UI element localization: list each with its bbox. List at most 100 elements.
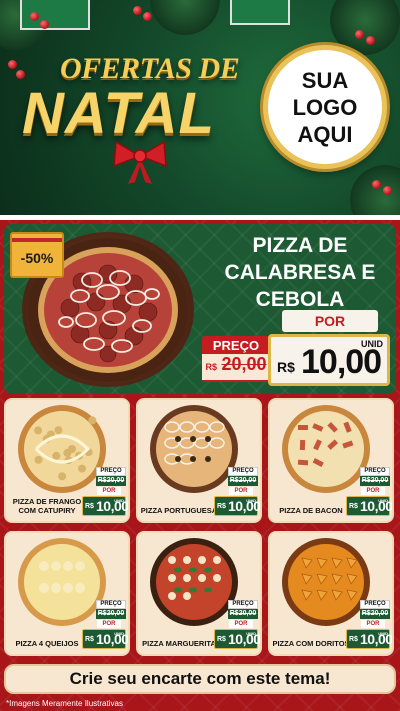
- berry-decoration: [133, 6, 142, 15]
- por-label: POR: [361, 620, 385, 628]
- por-label: POR: [97, 487, 121, 495]
- logo-line-3: AQUI: [297, 121, 353, 147]
- discount-tag: -50%: [10, 232, 64, 278]
- product-name: PIZZA DE FRANGO COM CATUPIRY: [12, 497, 82, 515]
- pine-branch-decoration: [350, 165, 400, 215]
- new-price: UNID R$ 10,00: [268, 334, 390, 386]
- berry-decoration: [372, 180, 381, 189]
- new-price: R$ 10,00 UNID: [82, 496, 128, 516]
- new-currency: R$: [277, 359, 295, 375]
- berry-decoration: [143, 12, 152, 21]
- preco-label: PREÇO: [360, 600, 390, 609]
- old-price-value: 20,00: [221, 354, 267, 374]
- old-price: R$20,00: [228, 609, 258, 619]
- featured-title: PIZZA DE CALABRESA E CEBOLA: [210, 232, 390, 313]
- new-price-value: 10,00: [301, 343, 382, 381]
- berry-decoration: [355, 30, 364, 39]
- currency: R$: [217, 503, 226, 510]
- new-price: R$ 10,00 UNID: [346, 496, 392, 516]
- berry-decoration: [366, 36, 375, 45]
- currency: R$: [85, 636, 94, 643]
- product-price-box: PREÇO R$20,00 POR R$ 10,00 UNID: [214, 467, 260, 517]
- header-banner: OFERTAS DE NATAL SUA LOGO AQUI: [0, 0, 400, 215]
- old-price-value: 20,00: [238, 477, 257, 484]
- preco-label: PREÇO: [96, 600, 126, 609]
- berry-decoration: [383, 186, 392, 195]
- preco-label: PREÇO: [228, 467, 258, 476]
- featured-title-line-1: PIZZA DE: [252, 234, 348, 257]
- old-price-value: 20,00: [370, 610, 389, 617]
- unid-label: UNID: [246, 631, 256, 636]
- red-bow-icon: [113, 140, 167, 184]
- product-price-box: PREÇO R$20,00 POR R$ 10,00 UNID: [346, 600, 392, 650]
- new-price: R$ 10,00 UNID: [214, 629, 260, 649]
- unid-label: UNID: [378, 631, 388, 636]
- logo-line-1: SUA: [301, 67, 349, 93]
- por-label: POR: [229, 487, 253, 495]
- new-price: R$ 10,00 UNID: [82, 629, 128, 649]
- logo-line-2: LOGO: [292, 94, 358, 120]
- old-price: R$ 20,00: [202, 354, 270, 380]
- por-label: POR: [282, 310, 378, 332]
- old-price: R$20,00: [96, 476, 126, 486]
- featured-price-box: PREÇO R$ 20,00 POR UNID R$ 10,00: [202, 310, 390, 388]
- old-price: R$20,00: [360, 609, 390, 619]
- cta-banner[interactable]: Crie seu encarte com este tema!: [4, 664, 396, 694]
- product-price-box: PREÇO R$20,00 POR R$ 10,00 UNID: [82, 467, 128, 517]
- berry-decoration: [30, 12, 39, 21]
- product-name: PIZZA COM DORITOS: [272, 639, 350, 648]
- old-price-value: 20,00: [370, 477, 389, 484]
- discount-value: -50%: [20, 250, 54, 266]
- currency: R$: [349, 503, 358, 510]
- unid-label: UNID: [246, 498, 256, 503]
- preco-label: PREÇO: [212, 338, 260, 353]
- old-price: R$20,00: [96, 609, 126, 619]
- product-card[interactable]: PIZZA MARGUERITA PREÇO R$20,00 POR R$ 10…: [136, 531, 262, 656]
- gift-box-decoration: [230, 0, 290, 25]
- preco-label: PREÇO: [96, 467, 126, 476]
- product-price-box: PREÇO R$20,00 POR R$ 10,00 UNID: [82, 600, 128, 650]
- unid-label: UNID: [378, 498, 388, 503]
- footnote: *Imagens Meramente Ilustrativas: [6, 699, 123, 708]
- product-price-box: PREÇO R$20,00 POR R$ 10,00 UNID: [214, 600, 260, 650]
- old-currency: R$: [205, 362, 217, 372]
- preco-label: PREÇO: [228, 600, 258, 609]
- preco-label: PREÇO: [360, 467, 390, 476]
- product-card[interactable]: PIZZA PORTUGUESA PREÇO R$20,00 POR R$ 10…: [136, 398, 262, 523]
- featured-title-line-2: CALABRESA E: [224, 261, 376, 284]
- por-label: POR: [361, 487, 385, 495]
- product-card[interactable]: PIZZA DE FRANGO COM CATUPIRY PREÇO R$20,…: [4, 398, 130, 523]
- old-currency: R$: [361, 610, 371, 617]
- old-currency: R$: [229, 477, 239, 484]
- unid-label: UNID: [114, 631, 124, 636]
- old-price-box: PREÇO R$ 20,00: [202, 336, 270, 382]
- product-name: PIZZA MARGUERITA: [142, 639, 216, 648]
- old-price: R$20,00: [360, 476, 390, 486]
- por-label: POR: [229, 620, 253, 628]
- product-price-box: PREÇO R$20,00 POR R$ 10,00 UNID: [346, 467, 392, 517]
- new-price: R$ 10,00 UNID: [346, 629, 392, 649]
- product-name: PIZZA 4 QUEIJOS: [15, 639, 79, 648]
- currency: R$: [217, 636, 226, 643]
- product-name: PIZZA PORTUGUESA: [140, 506, 218, 515]
- featured-title-line-3: CEBOLA: [255, 288, 345, 311]
- currency: R$: [349, 636, 358, 643]
- old-price: R$20,00: [228, 476, 258, 486]
- old-price-value: 20,00: [106, 477, 125, 484]
- old-price-value: 20,00: [106, 610, 125, 617]
- por-label: POR: [97, 620, 121, 628]
- product-card[interactable]: PIZZA 4 QUEIJOS PREÇO R$20,00 POR R$ 10,…: [4, 531, 130, 656]
- old-currency: R$: [229, 610, 239, 617]
- berry-decoration: [40, 20, 49, 29]
- old-currency: R$: [361, 477, 371, 484]
- logo-placeholder[interactable]: SUA LOGO AQUI: [263, 45, 387, 169]
- product-name: PIZZA DE BACON: [279, 506, 343, 515]
- product-card[interactable]: PIZZA DE BACON PREÇO R$20,00 POR R$ 10,0…: [268, 398, 394, 523]
- product-card[interactable]: PIZZA COM DORITOS PREÇO R$20,00 POR R$ 1…: [268, 531, 394, 656]
- old-currency: R$: [97, 610, 107, 617]
- new-price: R$ 10,00 UNID: [214, 496, 260, 516]
- unid-label: UNID: [114, 498, 124, 503]
- ofertas-de-natal-title: OFERTAS DE NATAL: [18, 52, 263, 184]
- old-currency: R$: [97, 477, 107, 484]
- currency: R$: [85, 503, 94, 510]
